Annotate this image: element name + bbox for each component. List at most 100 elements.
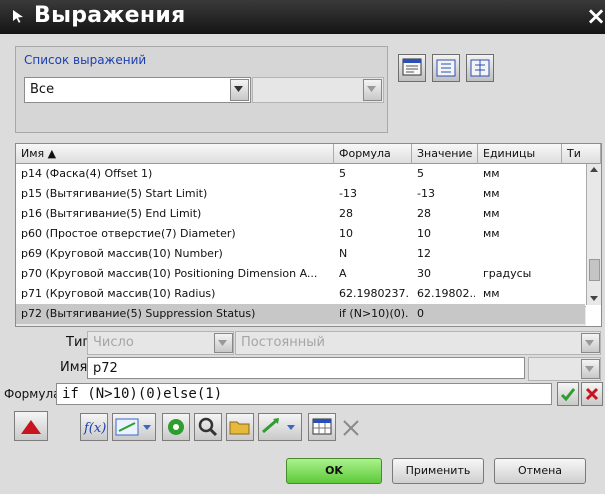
table-row[interactable]: p14 (Фаска(4) Offset 1) 5 5 мм	[16, 164, 586, 184]
table-row[interactable]: p71 (Круговой массив(10) Radius) 62.1980…	[16, 284, 586, 304]
svg-text:f(x): f(x)	[83, 421, 106, 436]
spreadsheet-icon	[312, 418, 332, 435]
accept-formula-button[interactable]	[557, 382, 579, 406]
table-row-selected[interactable]: p72 (Вытягивание(5) Suppression Status) …	[16, 304, 585, 324]
spreadsheet-button[interactable]	[308, 413, 336, 441]
checkmark-icon	[560, 388, 576, 402]
chevron-down-icon[interactable]	[581, 359, 600, 379]
delete-button[interactable]	[14, 411, 48, 441]
expression-list-title: Список выражений	[24, 53, 147, 67]
import-icon	[436, 59, 456, 77]
expression-filter-value: Все	[30, 82, 55, 97]
title-bar: Выражения ×	[0, 0, 605, 34]
chevron-down-icon[interactable]	[587, 292, 601, 304]
apply-button[interactable]: Применить	[392, 458, 484, 484]
row-name: p70 (Круговой массив(10) Positioning Dim…	[21, 267, 318, 280]
link-part-button[interactable]	[258, 413, 302, 441]
row-name: p14 (Фаска(4) Offset 1)	[21, 167, 153, 180]
formula-input[interactable]: if (N>10)(0)else(1)	[56, 383, 552, 405]
row-value: 62.19802...	[417, 287, 475, 300]
chevron-down-icon[interactable]	[214, 333, 233, 353]
type2-select[interactable]: Постоянный	[235, 331, 601, 355]
function-button[interactable]: f(x)	[80, 413, 108, 441]
row-formula: 10	[339, 227, 353, 240]
measure-distance-button[interactable]	[112, 413, 156, 441]
row-name: p60 (Простое отверстие(7) Diameter)	[21, 227, 236, 240]
cancel-button[interactable]: Отмена	[494, 458, 586, 484]
chevron-down-icon[interactable]	[581, 333, 600, 353]
row-units: мм	[483, 207, 500, 220]
red-triangle-icon	[21, 420, 41, 434]
formula-value: if (N>10)(0)else(1)	[62, 386, 223, 402]
row-formula: 28	[339, 207, 353, 220]
row-formula: if (N>10)(0)...	[339, 307, 409, 320]
type2-value: Постоянный	[241, 335, 325, 350]
close-button[interactable]: ×	[586, 1, 605, 31]
export-icon	[470, 59, 490, 77]
row-formula: A	[339, 267, 347, 280]
row-name: p72 (Вытягивание(5) Suppression Status)	[21, 307, 256, 320]
expression-list-group: Список выражений Все	[15, 46, 388, 133]
vertical-scrollbar[interactable]	[586, 164, 601, 305]
secondary-filter-select[interactable]	[252, 77, 384, 103]
type-value: Число	[93, 335, 134, 350]
function-icon: f(x)	[83, 421, 106, 436]
cursor-arrow-icon	[13, 10, 23, 23]
table-row[interactable]: p16 (Вытягивание(5) End Limit) 28 28 мм	[16, 204, 586, 224]
cancel-x-button[interactable]	[338, 413, 364, 441]
chevron-down-icon[interactable]	[363, 79, 382, 101]
row-formula: N	[339, 247, 348, 260]
row-units: мм	[483, 287, 500, 300]
row-formula: 5	[339, 167, 346, 180]
row-units: мм	[483, 187, 500, 200]
row-formula: -13	[339, 187, 357, 200]
column-header-formula[interactable]: Формула	[334, 144, 412, 164]
row-value: 0	[417, 307, 424, 320]
row-value: -13	[417, 187, 435, 200]
row-name: p15 (Вытягивание(5) Start Limit)	[21, 187, 208, 200]
row-units: градусы	[483, 267, 532, 280]
column-header-type[interactable]: Ти	[562, 144, 601, 164]
row-value: 28	[417, 207, 431, 220]
column-header-name[interactable]: Имя ▲	[16, 144, 334, 164]
ok-button[interactable]: OK	[286, 458, 382, 484]
row-value: 12	[417, 247, 431, 260]
name-value: p72	[93, 361, 118, 376]
table-row[interactable]: p60 (Простое отверстие(7) Diameter) 10 1…	[16, 224, 586, 244]
row-name: p69 (Круговой массив(10) Number)	[21, 247, 223, 260]
name-input[interactable]: p72	[87, 357, 525, 379]
table-row[interactable]: p69 (Круговой массив(10) Number) N 12	[16, 244, 586, 264]
row-value: 10	[417, 227, 431, 240]
window-title: Выражения	[34, 3, 186, 28]
expression-filter-select[interactable]: Все	[24, 77, 251, 103]
measure-icon	[115, 418, 151, 436]
import-button[interactable]	[432, 54, 460, 82]
column-header-value[interactable]: Значение	[412, 144, 478, 164]
scroll-thumb[interactable]	[589, 259, 600, 281]
column-header-units[interactable]: Единицы	[478, 144, 562, 164]
row-name: p16 (Вытягивание(5) End Limit)	[21, 207, 202, 220]
row-value: 5	[417, 167, 424, 180]
row-formula: 62.1980237...	[339, 287, 409, 300]
expressions-table: Имя ▲ Формула Значение Единицы Ти p14 (Ф…	[15, 143, 602, 327]
row-name: p71 (Круговой массив(10) Radius)	[21, 287, 216, 300]
open-file-button[interactable]	[226, 413, 254, 441]
row-value: 30	[417, 267, 431, 280]
query-icon	[168, 419, 184, 435]
units-select[interactable]	[528, 357, 601, 381]
name-label: Имя	[60, 360, 88, 375]
query-button[interactable]	[162, 413, 190, 441]
type-select[interactable]: Число	[87, 331, 234, 355]
magnifier-icon	[198, 417, 218, 437]
close-icon	[343, 420, 359, 436]
row-units: мм	[483, 167, 500, 180]
chevron-up-icon[interactable]	[587, 164, 601, 176]
row-units: мм	[483, 227, 500, 240]
export-button[interactable]	[466, 54, 494, 82]
listing-window-button[interactable]	[398, 54, 426, 82]
chevron-down-icon[interactable]	[230, 79, 249, 101]
reject-formula-button[interactable]	[581, 382, 603, 406]
table-row[interactable]: p15 (Вытягивание(5) Start Limit) -13 -13…	[16, 184, 586, 204]
table-row[interactable]: p70 (Круговой массив(10) Positioning Dim…	[16, 264, 586, 284]
find-button[interactable]	[194, 413, 222, 441]
